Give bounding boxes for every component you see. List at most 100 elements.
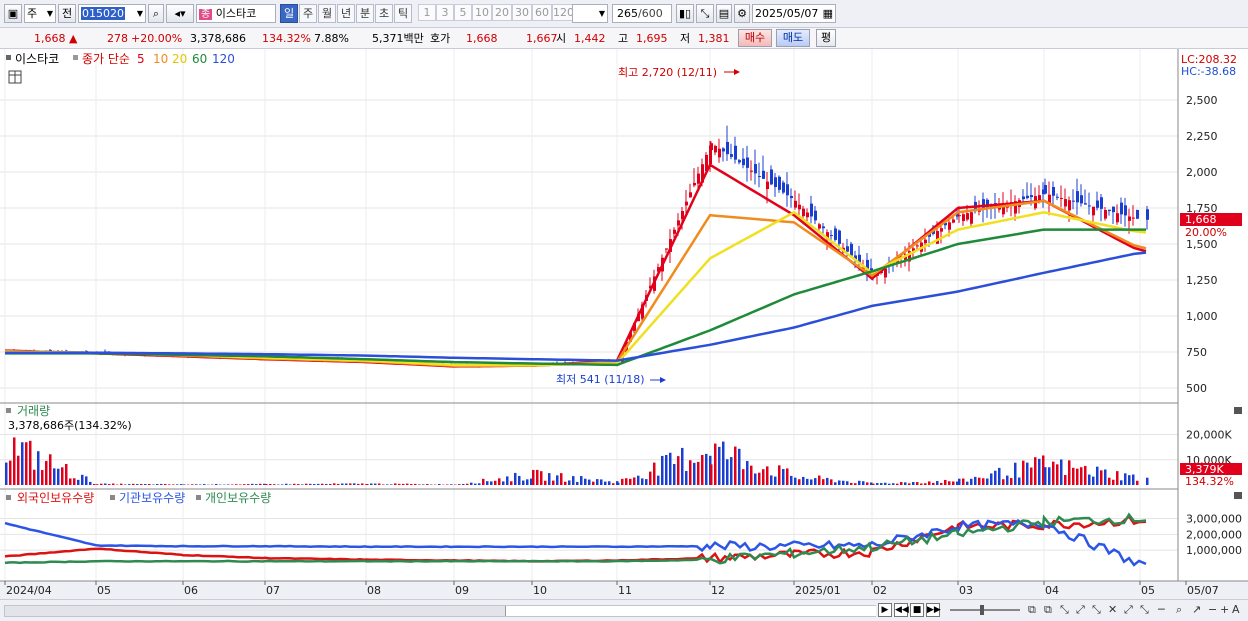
- volume-bar: [714, 443, 717, 485]
- period-button-4[interactable]: 분: [356, 4, 374, 23]
- x-tick-label: 03: [959, 584, 973, 597]
- volume-bar: [810, 479, 813, 485]
- period-button-5[interactable]: 초: [375, 4, 393, 23]
- draw-line-icon[interactable]: ⤡: [1060, 603, 1069, 617]
- interval-button-6[interactable]: 60: [532, 4, 552, 21]
- volume-bar: [806, 478, 809, 485]
- price-tick-label: 500: [1186, 382, 1207, 395]
- volume-bar: [846, 481, 849, 485]
- stock-code-input[interactable]: 015020 ▼: [78, 4, 146, 23]
- candle-body: [948, 222, 951, 230]
- speaker-icon[interactable]: ◂▾: [166, 4, 194, 23]
- candle-body: [1128, 216, 1131, 221]
- holding-tick-label: 3,000,000: [1186, 513, 1242, 526]
- quote-row: 1,668 ▲ 278 +20.00% 3,378,686 134.32% 7.…: [0, 28, 1248, 49]
- window-menu-icon[interactable]: ▣: [4, 4, 22, 23]
- count-field[interactable]: 265/600: [612, 4, 672, 23]
- volume-bar: [386, 484, 389, 485]
- zoom-icon[interactable]: ⌕: [1176, 603, 1182, 617]
- volume-bar: [649, 471, 652, 485]
- period-button-0[interactable]: 일: [280, 4, 298, 23]
- x-tick-label: 12: [711, 584, 725, 597]
- draw-icon[interactable]: ⤡: [696, 4, 714, 23]
- volume-bar: [1052, 461, 1055, 485]
- holding-panel-close-icon[interactable]: [1234, 492, 1242, 499]
- sell-button[interactable]: 매도: [776, 29, 810, 47]
- draw-fib-icon[interactable]: ⤢: [1076, 603, 1085, 617]
- price-tick-label: 2,000: [1186, 166, 1218, 179]
- plus-icon[interactable]: +: [1220, 603, 1229, 616]
- save-icon[interactable]: ▤: [716, 4, 732, 23]
- volume-bar: [653, 462, 656, 485]
- stock-chart[interactable]: 2,5002,2502,0001,7501,5001,2501,00075050…: [0, 49, 1248, 599]
- interval-button-7[interactable]: 120: [552, 4, 574, 21]
- period-button-1[interactable]: 주: [299, 4, 317, 23]
- period-button-3[interactable]: 년: [337, 4, 355, 23]
- draw-cross-icon[interactable]: ✕: [1108, 603, 1117, 616]
- volume-bar: [705, 453, 708, 485]
- text-size-icon[interactable]: A: [1232, 603, 1240, 616]
- volume-bar: [482, 478, 485, 485]
- scroll-start-icon[interactable]: ◀◀: [894, 603, 909, 617]
- volume-bar: [353, 483, 356, 485]
- volume-bar: [572, 476, 575, 485]
- volume-bar: [758, 472, 761, 485]
- volume-bar: [633, 477, 636, 485]
- stop-icon[interactable]: ■: [910, 603, 924, 617]
- interval-button-5[interactable]: 30: [512, 4, 532, 21]
- volume-bar: [148, 483, 151, 485]
- line-icon[interactable]: ─: [1158, 603, 1165, 616]
- candle-body: [689, 192, 692, 198]
- candle-body: [754, 164, 757, 174]
- volume-panel-close-icon[interactable]: [1234, 407, 1242, 414]
- prev-button[interactable]: 전: [58, 4, 76, 23]
- ma5-label: 5: [137, 52, 145, 66]
- zoom-slider[interactable]: [950, 605, 1020, 615]
- eval-button[interactable]: 평: [816, 29, 836, 47]
- interval-button-4[interactable]: 20: [492, 4, 512, 21]
- candle-icon[interactable]: ▮▯: [676, 4, 694, 23]
- volume-bar: [478, 483, 481, 485]
- candle-body: [940, 228, 943, 232]
- scroll-end-icon[interactable]: ▶▶: [926, 603, 941, 617]
- search-icon[interactable]: ⌕: [148, 4, 164, 23]
- period-button-2[interactable]: 월: [318, 4, 336, 23]
- price-tick-label: 1,000: [1186, 310, 1218, 323]
- buy-button[interactable]: 매수: [738, 29, 772, 47]
- volume-bar: [974, 476, 977, 485]
- interval-button-3[interactable]: 10: [472, 4, 492, 21]
- arrow-icon[interactable]: ↗: [1192, 603, 1201, 616]
- scrollbar-thumb[interactable]: [505, 606, 876, 616]
- candle-body: [722, 148, 725, 152]
- draw-channel-icon[interactable]: ⤢: [1124, 603, 1133, 617]
- zoom-slider-handle[interactable]: [980, 605, 984, 615]
- market-select-value: 주: [27, 7, 38, 20]
- layout2-icon[interactable]: ⧉: [1044, 603, 1052, 617]
- volume-bar: [754, 473, 757, 485]
- gear-icon[interactable]: ⚙: [734, 4, 750, 23]
- interval-button-2[interactable]: 5: [454, 4, 472, 21]
- horizontal-scrollbar[interactable]: [4, 605, 876, 617]
- volume-bar: [645, 479, 648, 485]
- date-field[interactable]: 2025/05/07 ▦: [752, 4, 836, 23]
- legend-marker: [73, 55, 78, 60]
- volume-bar: [944, 479, 947, 485]
- stock-name-field[interactable]: 종 이스타코: [196, 4, 276, 23]
- volume-bar: [762, 469, 765, 485]
- layout-icon[interactable]: ⧉: [1028, 603, 1036, 617]
- volume-bar: [1030, 467, 1033, 485]
- volume-bar: [183, 484, 186, 485]
- scroll-right-icon[interactable]: ▶: [878, 603, 892, 617]
- market-select[interactable]: 주 ▼: [24, 4, 56, 23]
- interval-select[interactable]: ▼: [572, 4, 608, 23]
- volume-bar: [904, 482, 907, 485]
- volume-bar: [1092, 476, 1095, 485]
- volume-bar: [588, 479, 591, 485]
- interval-button-1[interactable]: 3: [436, 4, 454, 21]
- draw-ray-icon[interactable]: ⤡: [1092, 603, 1101, 617]
- period-button-6[interactable]: 틱: [394, 4, 412, 23]
- volume-bar: [884, 482, 887, 485]
- interval-button-0[interactable]: 1: [418, 4, 436, 21]
- minus-icon[interactable]: −: [1208, 603, 1217, 616]
- draw-trend-icon[interactable]: ⤡: [1140, 603, 1149, 617]
